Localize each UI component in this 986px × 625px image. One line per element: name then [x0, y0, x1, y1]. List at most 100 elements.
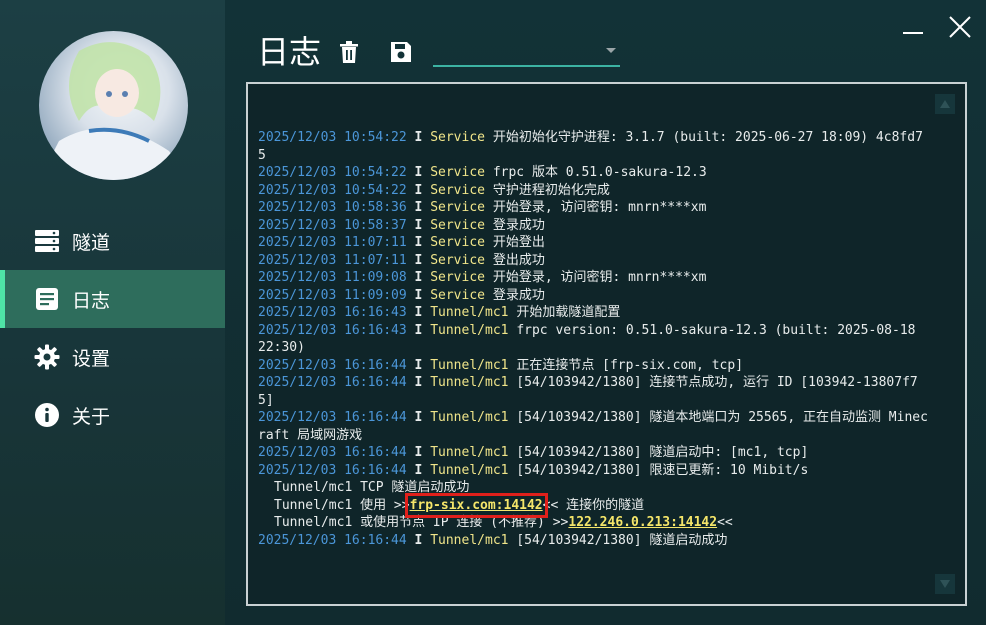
minimize-button[interactable] [900, 14, 926, 40]
log-msg: 开始登录, 访问密钥: mnrn****xm [492, 270, 707, 285]
delete-button[interactable] [335, 38, 363, 66]
log-lvl: I [414, 182, 423, 198]
log-lvl: I [414, 252, 423, 268]
sidebar-item-about[interactable]: 关于 [0, 386, 225, 444]
log-ts: 2025/12/03 10:54:22 [258, 182, 407, 198]
log-info-line: Tunnel/mc1 使用 >>frp-six.com:14142<< 连接你的… [258, 492, 928, 518]
log-msg: [54/103942/1380] 隧道启动成功 [516, 532, 728, 548]
log-lvl: I [414, 462, 423, 478]
log-src: Tunnel/mc1 [430, 322, 509, 338]
log-line: 2025/12/03 11:07:11 I Service 登出成功 [258, 252, 928, 270]
log-lvl: I [414, 322, 423, 338]
log-lvl: I [414, 235, 423, 250]
info-icon [33, 402, 60, 429]
chevron-down-icon [606, 48, 616, 53]
tunnel-address-link[interactable]: 122.246.0.213:14142 [568, 515, 717, 530]
log-ts: 2025/12/03 11:07:11 [258, 235, 407, 250]
log-lvl: I [414, 287, 423, 303]
scroll-down-button[interactable] [935, 574, 955, 594]
gear-icon [33, 344, 60, 371]
log-src: Service [430, 235, 485, 250]
log-line: 2025/12/03 10:54:22 I Service 开始初始化守护进程:… [258, 129, 928, 164]
main-panel: 日志 2025/12/03 10:54:22 I Service 开始初始化守护… [225, 0, 986, 625]
avatar[interactable] [39, 31, 188, 180]
log-ts: 2025/12/03 16:16:43 [258, 305, 407, 320]
log-msg: 守护进程初始化完成 [492, 182, 610, 198]
log-line: 2025/12/03 10:54:22 I Service 守护进程初始化完成 [258, 182, 928, 200]
info-text: Tunnel/mc1 使用 >> [274, 497, 410, 513]
avatar-image [39, 42, 188, 180]
log-src: Tunnel/mc1 [430, 462, 509, 478]
sidebar-item-label: 日志 [72, 289, 111, 312]
log-line: 2025/12/03 10:54:22 I Service frpc 版本 0.… [258, 164, 928, 182]
save-button[interactable] [387, 38, 415, 66]
scroll-up-button[interactable] [935, 94, 955, 114]
log-line: 2025/12/03 11:09:09 I Service 登录成功 [258, 287, 928, 305]
sidebar-item-label: 设置 [72, 347, 111, 370]
log-lvl: I [414, 130, 423, 145]
log-ts: 2025/12/03 16:16:44 [258, 532, 407, 548]
log-msg: 登录成功 [492, 287, 545, 303]
log-src: Service [430, 270, 485, 285]
log-src: Service [430, 130, 485, 145]
log-ts: 2025/12/03 10:58:36 [258, 200, 407, 215]
log-line: 2025/12/03 10:58:36 I Service 开始登录, 访问密钥… [258, 199, 928, 217]
info-text: Tunnel/mc1 TCP 隧道启动成功 [274, 480, 470, 495]
close-button[interactable] [947, 14, 973, 40]
sidebar-item-label: 关于 [72, 405, 111, 428]
log-msg: [54/103942/1380] 隧道启动中: [mc1, tcp] [516, 445, 809, 460]
log-line: 2025/12/03 16:16:44 I Tunnel/mc1 [54/103… [258, 409, 928, 444]
log-src: Tunnel/mc1 [430, 375, 509, 390]
log-line: 2025/12/03 16:16:44 I Tunnel/mc1 [54/103… [258, 444, 928, 462]
trash-icon [340, 41, 358, 63]
log-msg: 开始登录, 访问密钥: mnrn****xm [492, 200, 707, 215]
log-lvl: I [414, 445, 423, 460]
page-title: 日志 [257, 33, 322, 71]
log-ts: 2025/12/03 16:16:43 [258, 322, 407, 338]
log-src: Service [430, 200, 485, 215]
log-line: 2025/12/03 16:16:44 I Tunnel/mc1 [54/103… [258, 532, 928, 550]
log-line: 2025/12/03 16:16:44 I Tunnel/mc1 [54/103… [258, 462, 928, 480]
log-ts: 2025/12/03 16:16:44 [258, 357, 407, 373]
server-icon [33, 228, 60, 255]
log-ts: 2025/12/03 10:54:22 [258, 165, 407, 180]
log-src: Service [430, 165, 485, 180]
log-lvl: I [414, 410, 423, 425]
log-line: 2025/12/03 16:16:44 I Tunnel/mc1 [54/103… [258, 374, 928, 409]
log-src: Tunnel/mc1 [430, 532, 509, 548]
log-line: 2025/12/03 10:58:37 I Service 登录成功 [258, 217, 928, 235]
log-src: Tunnel/mc1 [430, 305, 509, 320]
log-msg: frpc 版本 0.51.0-sakura-12.3 [492, 165, 707, 180]
log-lvl: I [414, 217, 423, 233]
sidebar-item-label: 隧道 [72, 231, 111, 254]
log-ts: 2025/12/03 16:16:44 [258, 410, 407, 425]
arrow-up-icon [940, 100, 950, 108]
document-icon [33, 286, 60, 313]
log-line: 2025/12/03 11:09:08 I Service 开始登录, 访问密钥… [258, 269, 928, 287]
sidebar-item-settings[interactable]: 设置 [0, 328, 225, 386]
tunnel-address-link[interactable]: frp-six.com:14142 [404, 492, 548, 518]
log-src: Service [430, 217, 485, 233]
log-src: Tunnel/mc1 [430, 357, 509, 373]
log-src: Service [430, 252, 485, 268]
log-lvl: I [414, 357, 423, 373]
log-info-line: Tunnel/mc1 或使用节点 IP 连接 (不推荐) >>122.246.0… [258, 514, 928, 532]
arrow-down-icon [940, 580, 950, 588]
log-ts: 2025/12/03 16:16:44 [258, 462, 407, 478]
info-text: << 连接你的隧道 [542, 497, 645, 513]
log-msg: 登录成功 [492, 217, 545, 233]
sidebar-item-logs[interactable]: 日志 [0, 270, 225, 328]
log-panel[interactable]: 2025/12/03 10:54:22 I Service 开始初始化守护进程:… [246, 82, 967, 606]
log-msg: 登出成功 [492, 252, 545, 268]
sidebar-nav: 隧道 日志 设置 关于 [0, 212, 225, 444]
log-msg: 开始加载隧道配置 [516, 305, 621, 320]
log-src: Service [430, 182, 485, 198]
log-msg: 正在连接节点 [frp-six.com, tcp] [516, 357, 744, 373]
log-filter-select[interactable] [433, 40, 620, 67]
log-ts: 2025/12/03 11:09:09 [258, 287, 407, 303]
sidebar-item-tunnels[interactable]: 隧道 [0, 212, 225, 270]
log-src: Tunnel/mc1 [430, 445, 509, 460]
sidebar: 隧道 日志 设置 关于 [0, 0, 225, 625]
log-line: 2025/12/03 16:16:43 I Tunnel/mc1 开始加载隧道配… [258, 304, 928, 322]
log-lvl: I [414, 200, 423, 215]
